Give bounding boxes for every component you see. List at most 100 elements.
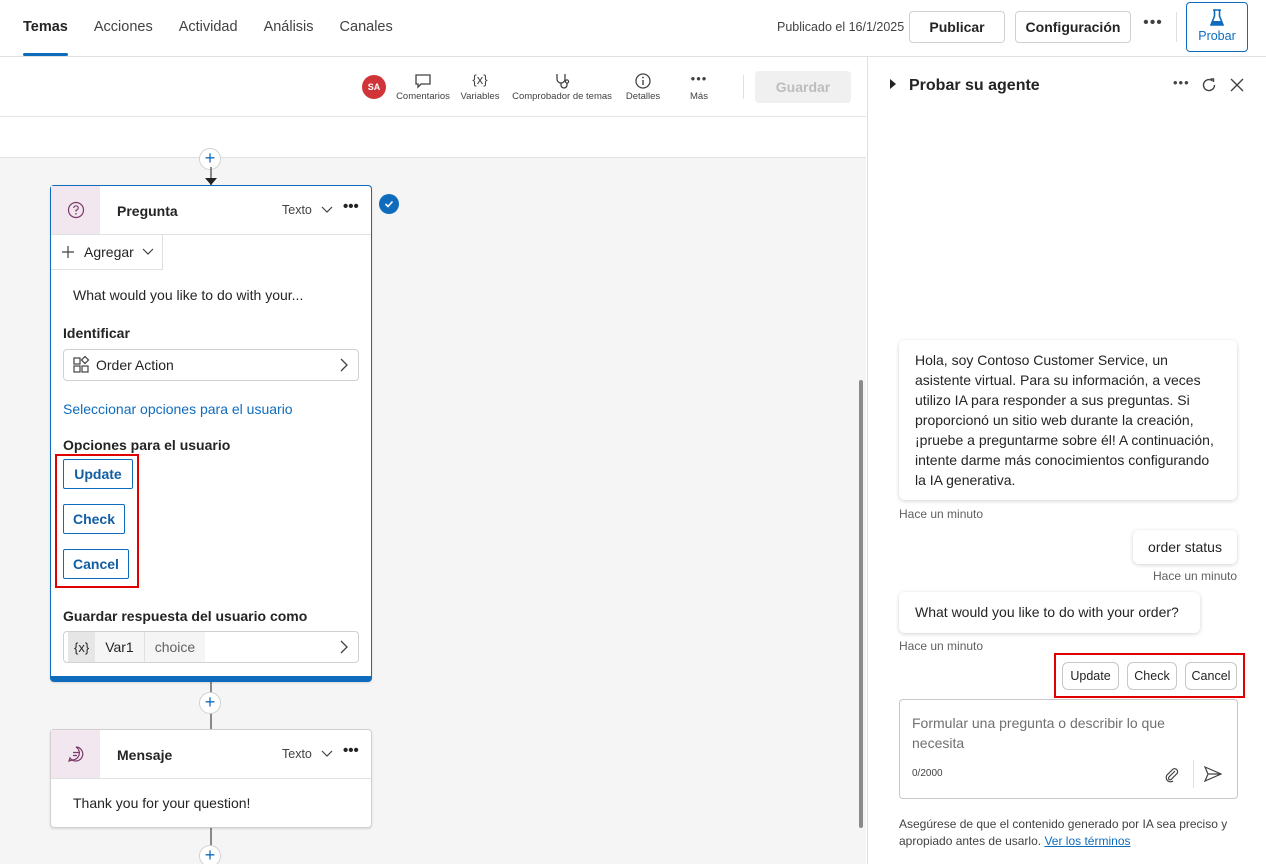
comment-icon [415,74,431,89]
more-tool[interactable]: ••• Más [682,71,716,102]
canvas-toolbar: SA Comentarios {x} Variables Comprobador… [0,57,866,117]
save-response-label: Guardar respuesta del usuario como [63,608,308,624]
divider [743,75,744,99]
ai-disclaimer: Asegúrese de que el contenido generado p… [899,816,1244,850]
option-update-button[interactable]: Update [63,459,133,489]
identify-field[interactable]: Order Action [63,349,359,381]
publish-button[interactable]: Publicar [909,11,1005,43]
chat-composer[interactable]: Formular una pregunta o describir lo que… [899,699,1238,799]
topic-checker-label: Comprobador de temas [512,91,612,102]
test-button-label: Probar [1198,29,1236,43]
test-button[interactable]: Probar [1186,2,1248,52]
chevron-right-icon [340,640,348,654]
char-counter: 0/2000 [912,768,943,779]
details-tool[interactable]: Detalles [622,71,664,102]
chat-option-check-button[interactable]: Check [1127,662,1177,690]
message-icon [51,730,100,778]
tab-acciones[interactable]: Acciones [94,0,153,56]
variables-label: Variables [460,91,500,102]
send-icon[interactable] [1204,766,1222,782]
variable-field[interactable]: {x} Var1 choice [63,631,359,663]
bot-question-bubble: What would you like to do with your orde… [899,592,1200,633]
variable-name: Var1 [95,632,145,662]
question-node-header: Pregunta Texto ••• [51,186,371,235]
avatar[interactable]: SA [362,75,386,99]
user-options-label: Opciones para el usuario [63,437,231,453]
divider [1193,760,1194,788]
node-type-dropdown[interactable]: Texto [282,747,333,761]
main-tabs: Temas Acciones Actividad Análisis Canale… [23,0,419,56]
variable-icon: {x} [68,632,96,662]
top-bar: Temas Acciones Actividad Análisis Canale… [0,0,1266,57]
panel-title: Probar su agente [909,77,1040,94]
timestamp: Hace un minuto [1153,569,1238,583]
chevron-right-icon [340,358,348,372]
flask-icon [1209,9,1225,26]
node-valid-check-icon [379,194,399,214]
message-text[interactable]: Thank you for your question! [73,795,250,811]
option-check-button[interactable]: Check [63,504,125,534]
node-type-dropdown[interactable]: Texto [282,203,333,217]
variables-tool[interactable]: {x} Variables [458,71,502,102]
question-node[interactable]: Pregunta Texto ••• Agregar What would yo… [50,185,372,682]
bot-greeting-bubble: Hola, soy Contoso Customer Service, un a… [899,340,1237,500]
details-label: Detalles [625,91,661,102]
topic-checker-tool[interactable]: Comprobador de temas [508,71,616,102]
select-options-link[interactable]: Seleccionar opciones para el usuario [63,401,293,417]
chat-input[interactable]: Formular una pregunta o describir lo que… [912,713,1192,753]
settings-button[interactable]: Configuración [1015,11,1131,43]
timestamp: Hace un minuto [899,507,984,521]
more-options-icon[interactable]: ••• [1173,75,1190,90]
user-message-text: order status [1148,539,1222,555]
add-label: Agregar [84,244,134,260]
add-node-button[interactable]: + [199,845,221,864]
tab-analisis[interactable]: Análisis [264,0,314,56]
terms-link[interactable]: Ver los términos [1044,834,1130,848]
comments-label: Comentarios [396,91,450,102]
variable-type: choice [144,632,206,662]
node-more-icon[interactable]: ••• [343,742,359,759]
chevron-down-icon [142,248,154,255]
tab-actividad[interactable]: Actividad [179,0,238,56]
divider [1176,12,1177,42]
more-icon: ••• [690,71,708,86]
published-status: Publicado el 16/1/2025 [777,20,905,34]
user-message-bubble: order status [1133,530,1237,564]
variables-icon: {x} [472,72,488,87]
add-node-button[interactable]: + [199,692,221,714]
question-text[interactable]: What would you like to do with your... [73,287,303,303]
message-node-header: Mensaje Texto ••• [51,730,371,779]
more-options-icon[interactable]: ••• [1141,14,1165,40]
comments-tool[interactable]: Comentarios [394,71,452,102]
stethoscope-icon [556,74,570,89]
identify-value: Order Action [96,357,174,373]
add-dropdown-button[interactable]: Agregar [51,235,163,270]
canvas-scrollbar[interactable] [859,380,863,828]
canvas-subheader [0,117,866,158]
option-cancel-button[interactable]: Cancel [63,549,129,579]
entity-icon [73,356,90,373]
node-more-icon[interactable]: ••• [343,198,359,215]
node-type-label: Texto [282,203,312,217]
close-icon[interactable] [1230,78,1244,92]
chat-option-update-button[interactable]: Update [1062,662,1119,690]
save-button[interactable]: Guardar [755,71,851,103]
node-title: Mensaje [117,747,173,763]
chevron-down-icon [321,206,333,213]
tab-temas[interactable]: Temas [23,0,68,56]
question-icon [51,186,100,234]
chevron-down-icon [321,750,333,757]
refresh-icon[interactable] [1201,77,1217,93]
node-type-label: Texto [282,747,312,761]
timestamp: Hace un minuto [899,639,984,653]
message-node[interactable]: Mensaje Texto ••• Thank you for your que… [50,729,372,828]
caret-right-icon[interactable] [890,79,896,89]
bot-question-text: What would you like to do with your orde… [915,604,1179,620]
tab-canales[interactable]: Canales [340,0,393,56]
attach-icon[interactable] [1164,767,1180,783]
identify-label: Identificar [63,325,130,341]
chat-option-cancel-button[interactable]: Cancel [1185,662,1237,690]
bot-greeting-text: Hola, soy Contoso Customer Service, un a… [915,352,1214,488]
info-icon [635,73,651,89]
node-title: Pregunta [117,203,178,219]
